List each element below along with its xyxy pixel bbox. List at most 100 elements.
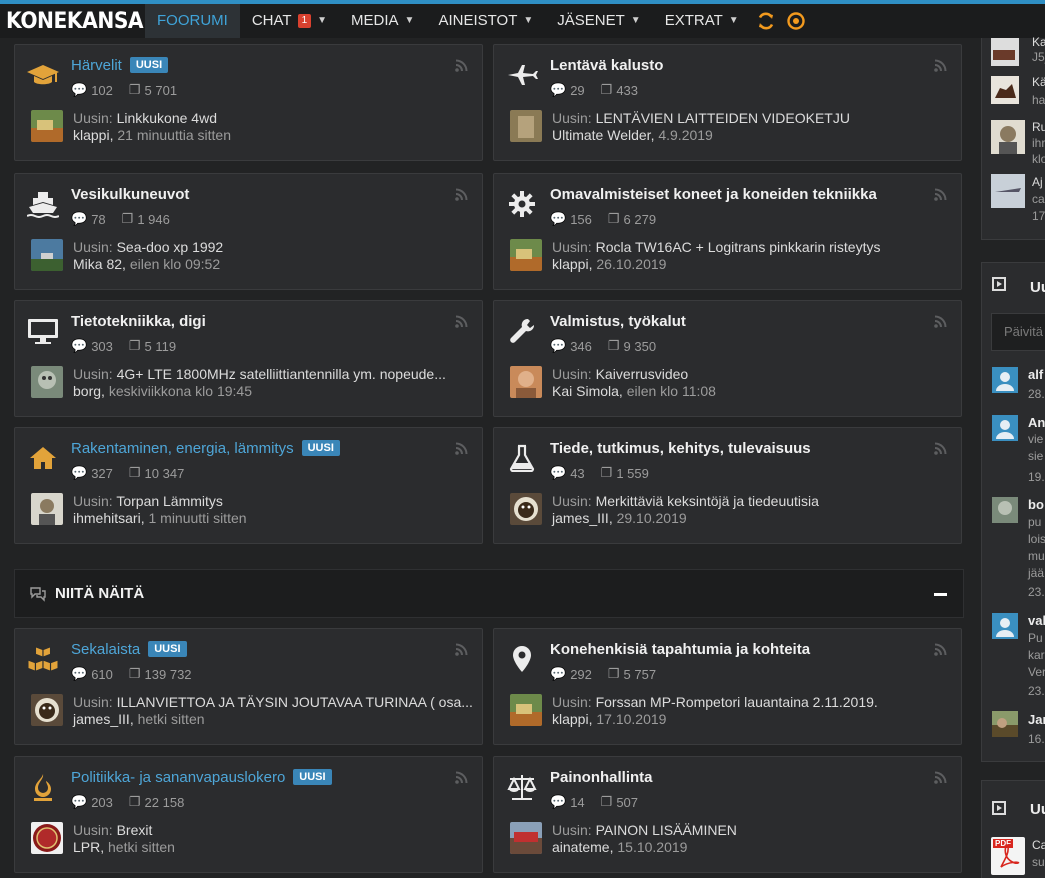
forum-card-politiikka[interactable]: Politiikka- ja sananvapauslokero UUSI 💬 20…	[14, 756, 483, 873]
avatar[interactable]	[510, 493, 542, 525]
nav-chat[interactable]: CHAT 1 ▼	[240, 4, 339, 38]
nav-aineistot[interactable]: AINEISTOT ▼	[426, 4, 545, 38]
latest-thread-link[interactable]: Linkkukone 4wd	[117, 110, 217, 126]
avatar[interactable]	[992, 711, 1018, 737]
forum-title-link[interactable]: Härvelit UUSI	[71, 57, 169, 74]
latest-thread-link[interactable]: ILLANVIETTOA JA TÄYSIN JOUTAVAA TURINAA …	[117, 694, 473, 710]
latest-thread-link[interactable]: PAINON LISÄÄMINEN	[596, 822, 737, 838]
rss-icon[interactable]	[455, 643, 468, 661]
latest-thread-link[interactable]: Brexit	[117, 822, 153, 838]
forum-title-link[interactable]: Painonhallinta	[550, 769, 653, 786]
forum-title-link[interactable]: Politiikka- ja sananvapauslokero UUSI	[71, 769, 332, 786]
update-author[interactable]: val	[1028, 613, 1045, 628]
default-avatar-icon[interactable]	[992, 613, 1018, 639]
latest-user-link[interactable]: Ultimate Welder	[552, 127, 651, 143]
avatar[interactable]	[31, 110, 63, 142]
sidebar-item-text[interactable]: Ka	[1032, 35, 1045, 49]
rss-icon[interactable]	[455, 442, 468, 460]
forum-card-vesikulkuneuvot[interactable]: Vesikulkuneuvot 💬 78 ❐ 1 946 Uusin: Sea-do…	[14, 173, 483, 290]
media-thumbnail[interactable]	[991, 38, 1019, 66]
nav-media[interactable]: MEDIA ▼	[339, 4, 426, 38]
forum-card-tietotekniikka[interactable]: Tietotekniikka, digi 💬 303 ❐ 5 119 Uusin: …	[14, 300, 483, 417]
update-author[interactable]: bo	[1028, 497, 1044, 512]
sidebar-item-text[interactable]: Ca	[1032, 838, 1045, 852]
latest-user-link[interactable]: klappi	[73, 127, 110, 143]
forum-title-link[interactable]: Tietotekniikka, digi	[71, 313, 206, 330]
forum-title-link[interactable]: Valmistus, työkalut	[550, 313, 686, 330]
media-thumbnail[interactable]	[991, 174, 1025, 208]
forum-title-link[interactable]: Rakentaminen, energia, lämmitys UUSI	[71, 440, 340, 457]
rss-icon[interactable]	[934, 771, 947, 789]
site-logo[interactable]: KONEKANSA	[6, 9, 144, 34]
avatar[interactable]	[510, 366, 542, 398]
latest-user-link[interactable]: ainateme	[552, 839, 610, 855]
latest-user-link[interactable]: james_III	[552, 510, 609, 526]
nav-foorumi[interactable]: FOORUMI	[145, 4, 240, 38]
forum-title-link[interactable]: Konehenkisiä tapahtumia ja kohteita	[550, 641, 810, 658]
forum-card-omavalmisteiset[interactable]: Omavalmisteiset koneet ja koneiden tekni…	[493, 173, 962, 290]
avatar[interactable]	[510, 694, 542, 726]
category-header-niita-naita[interactable]: NIITÄ NÄITÄ	[14, 569, 964, 618]
latest-thread-link[interactable]: Kaiverrusvideo	[596, 366, 689, 382]
latest-thread-link[interactable]: LENTÄVIEN LAITTEIDEN VIDEOKETJU	[596, 110, 850, 126]
nav-jasenet[interactable]: JÄSENET ▼	[545, 4, 652, 38]
sidebar-item-text[interactable]: Ru	[1032, 120, 1045, 134]
forum-card-lentava-kalusto[interactable]: Lentävä kalusto 💬 29 ❐ 433 Uusin: LENTÄVIE…	[493, 44, 962, 161]
avatar[interactable]	[31, 493, 63, 525]
forum-title-link[interactable]: Sekalaista UUSI	[71, 641, 187, 658]
rss-icon[interactable]	[455, 771, 468, 789]
rss-icon[interactable]	[934, 442, 947, 460]
avatar[interactable]	[510, 239, 542, 271]
forum-card-rakentaminen[interactable]: Rakentaminen, energia, lämmitys UUSI 💬 327…	[14, 427, 483, 544]
default-avatar-icon[interactable]	[992, 415, 1018, 441]
latest-user-link[interactable]: borg	[73, 383, 101, 399]
avatar[interactable]	[31, 822, 63, 854]
forum-card-konehenkisia[interactable]: Konehenkisiä tapahtumia ja kohteita 💬 292…	[493, 628, 962, 745]
rss-icon[interactable]	[455, 59, 468, 77]
forum-title-link[interactable]: Omavalmisteiset koneet ja koneiden tekni…	[550, 186, 877, 203]
latest-thread-link[interactable]: Sea-doo xp 1992	[117, 239, 224, 255]
forum-card-sekalaista[interactable]: Sekalaista UUSI 💬 610 ❐ 139 732 Uusin: ILLA…	[14, 628, 483, 745]
latest-thread-link[interactable]: Rocla TW16AC + Logitrans pinkkarin riste…	[596, 239, 881, 255]
latest-thread-link[interactable]: Merkittäviä keksintöjä ja tiedeuutisia	[596, 493, 819, 509]
pdf-icon[interactable]: PDF	[991, 837, 1025, 875]
latest-user-link[interactable]: LPR	[73, 839, 100, 855]
forum-card-valmistus[interactable]: Valmistus, työkalut 💬 346 ❐ 9 350 Uusin: K…	[493, 300, 962, 417]
forum-title-link[interactable]: Vesikulkuneuvot	[71, 186, 189, 203]
avatar[interactable]	[31, 239, 63, 271]
latest-user-link[interactable]: klappi	[552, 711, 589, 727]
avatar[interactable]	[510, 822, 542, 854]
avatar[interactable]	[510, 110, 542, 142]
avatar[interactable]	[31, 366, 63, 398]
latest-user-link[interactable]: Kai Simola	[552, 383, 619, 399]
target-icon[interactable]	[781, 4, 811, 38]
latest-user-link[interactable]: klappi	[552, 256, 589, 272]
forum-card-painonhallinta[interactable]: Painonhallinta 💬 14 ❐ 507 Uusin: PAINON LI…	[493, 756, 962, 873]
rss-icon[interactable]	[455, 188, 468, 206]
rss-icon[interactable]	[934, 188, 947, 206]
sidebar-item-text[interactable]: Kä	[1032, 75, 1045, 89]
latest-user-link[interactable]: james_III	[73, 711, 130, 727]
latest-user-link[interactable]: Mika 82	[73, 256, 122, 272]
refresh-icon[interactable]	[751, 4, 781, 38]
rss-icon[interactable]	[934, 315, 947, 333]
update-author[interactable]: Jar	[1028, 712, 1045, 727]
latest-thread-link[interactable]: Torpan Lämmitys	[116, 493, 223, 509]
collapse-icon[interactable]	[934, 593, 947, 596]
rss-icon[interactable]	[934, 643, 947, 661]
media-thumbnail[interactable]	[991, 120, 1025, 154]
avatar[interactable]	[992, 497, 1018, 523]
forum-title-link[interactable]: Tiede, tutkimus, kehitys, tulevaisuus	[550, 440, 811, 457]
latest-user-link[interactable]: ihmehitsari	[73, 510, 141, 526]
forum-card-tiede[interactable]: Tiede, tutkimus, kehitys, tulevaisuus 💬 4…	[493, 427, 962, 544]
sidebar-item-text[interactable]: Aj	[1032, 175, 1043, 189]
update-author[interactable]: alf	[1028, 367, 1043, 382]
avatar[interactable]	[31, 694, 63, 726]
latest-thread-link[interactable]: Forssan MP-Rompetori lauantaina 2.11.201…	[596, 694, 878, 710]
update-author[interactable]: An	[1028, 415, 1045, 430]
status-update-input[interactable]: Päivitä	[991, 313, 1045, 351]
forum-card-harvelit[interactable]: Härvelit UUSI 💬 102 ❐ 5 701 Uusin: Linkkuko…	[14, 44, 483, 161]
latest-thread-link[interactable]: 4G+ LTE 1800MHz satelliittiantennilla ym…	[117, 366, 446, 382]
default-avatar-icon[interactable]	[992, 367, 1018, 393]
forum-title-link[interactable]: Lentävä kalusto	[550, 57, 663, 74]
